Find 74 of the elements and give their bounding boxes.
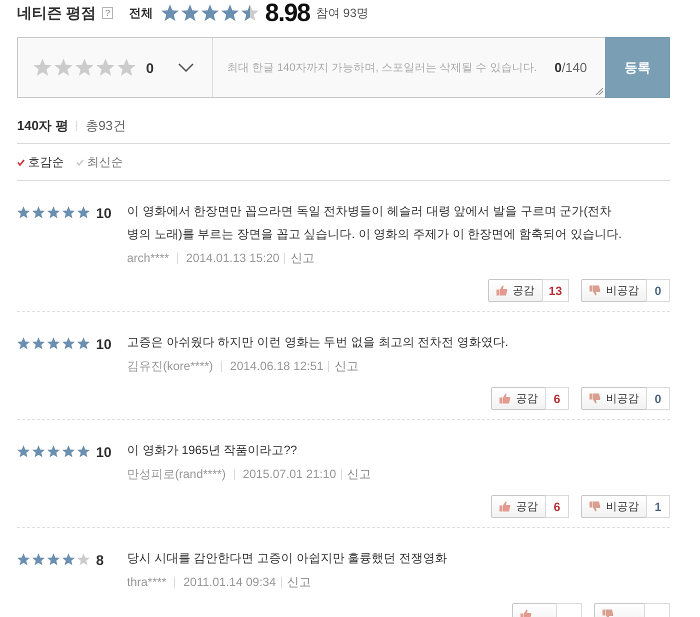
star-icon xyxy=(222,4,239,21)
thumbs-down-icon xyxy=(602,609,614,617)
thumbs-up-icon xyxy=(520,609,532,617)
star-icon xyxy=(47,206,60,218)
dislike-button[interactable]: 비공감 xyxy=(581,495,647,518)
star-icon xyxy=(32,445,45,458)
dislike-button[interactable]: 비공감 xyxy=(581,279,647,302)
review-score: 8 xyxy=(96,552,104,568)
total-label: 전체 xyxy=(129,4,154,22)
star-icon xyxy=(32,553,45,566)
star-icon xyxy=(32,337,45,350)
review-author: thra**** xyxy=(127,575,166,589)
star-icon xyxy=(77,337,90,350)
thumbs-down-icon xyxy=(589,501,601,512)
dislike-count: 0 xyxy=(646,279,670,302)
review-score: 10 xyxy=(96,336,112,352)
dislike-count: 0 xyxy=(646,387,670,410)
like-button[interactable]: 공감 xyxy=(491,495,546,518)
star-icon xyxy=(62,206,75,218)
dislike-count: 1 xyxy=(646,495,670,518)
star-icon xyxy=(17,206,30,218)
star-icon xyxy=(62,445,75,458)
thumbs-down-icon xyxy=(589,393,601,404)
review-date: 2014.06.18 12:51 xyxy=(230,359,324,373)
star-icon xyxy=(77,553,90,566)
star-icon xyxy=(202,4,219,21)
star-icon xyxy=(182,4,199,21)
report-link[interactable]: 신고 xyxy=(347,466,372,482)
thumbs-up-icon xyxy=(496,285,508,296)
review-score: 10 xyxy=(96,204,112,220)
participant-count: 참여 93명 xyxy=(316,4,369,22)
review-date: 2015.07.01 21:10 xyxy=(242,467,336,481)
sort-option[interactable]: 최신순 xyxy=(87,154,123,170)
review-text: 이 영화에서 한장면만 꼽으라면 독일 전차병들이 헤슬러 대령 앞에서 발을 구르며 군가(전차병의 노래)를 부르는 장면을 꼽고 싶습니다. 이 영화의 주제가 이 한장면에 함축되어 있습니다. xyxy=(127,203,622,243)
star-icon xyxy=(162,4,179,21)
review-total: 총93건 xyxy=(85,117,126,135)
star-icon xyxy=(47,337,60,350)
thumbs-up-icon xyxy=(499,501,511,512)
report-link[interactable]: 신고 xyxy=(290,250,314,266)
thumbs-down-icon xyxy=(589,285,601,296)
help-icon[interactable]: ? xyxy=(102,7,114,19)
sort-option[interactable]: 호감순 xyxy=(28,154,64,170)
star-icon xyxy=(47,553,60,566)
like-count: 6 xyxy=(545,387,569,410)
star-icon xyxy=(62,337,75,350)
star-icon xyxy=(62,553,75,566)
star-icon xyxy=(77,206,90,218)
star-icon xyxy=(47,445,60,458)
review-text: 고증은 아쉬웠다 하지만 이런 영화는 두번 없을 최고의 전차전 영화였다. xyxy=(127,334,510,351)
star-icon xyxy=(242,4,259,21)
review-author: 김유진(kore****) xyxy=(127,358,214,374)
average-score: 8.98 xyxy=(265,0,310,28)
like-button[interactable]: 공감 xyxy=(491,387,546,410)
review-text: 당시 시대를 감안한다면 고증이 아쉽지만 훌륭했던 전쟁영화 xyxy=(127,550,448,567)
star-icon xyxy=(77,445,90,458)
thumbs-up-icon xyxy=(499,393,511,404)
report-link[interactable]: 신고 xyxy=(334,358,358,374)
star-icon xyxy=(32,206,45,218)
review-text: 이 영화가 1965년 작품이라고?? xyxy=(127,442,298,459)
star-icon xyxy=(17,337,30,350)
review-score: 10 xyxy=(96,444,112,460)
like-count: 6 xyxy=(545,495,569,518)
section-title: 네티즌 평점 xyxy=(17,4,96,22)
section-title: 140자 평 xyxy=(17,117,68,135)
star-icon xyxy=(17,553,30,566)
review-date: 2011.01.14 09:34 xyxy=(183,575,276,589)
review-date: 2014.01.13 15:20 xyxy=(186,251,280,265)
dislike-button[interactable]: 비공감 xyxy=(581,387,647,410)
like-button[interactable]: 공감 xyxy=(488,279,543,302)
review-author: 만성피로(rand****) xyxy=(127,466,226,482)
review-author: arch**** xyxy=(127,251,170,265)
star-icon xyxy=(17,445,30,458)
report-link[interactable]: 신고 xyxy=(286,574,311,590)
like-count: 13 xyxy=(542,279,569,302)
